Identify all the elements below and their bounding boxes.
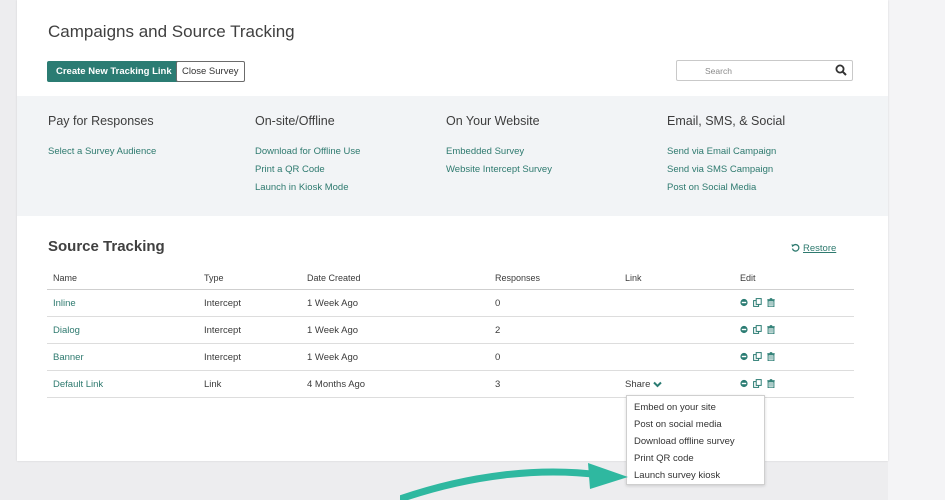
- row-edit-actions: [740, 298, 775, 307]
- row-name-link[interactable]: Dialog: [53, 325, 80, 336]
- social-media-link[interactable]: Post on Social Media: [667, 182, 756, 193]
- row-edit-actions: [740, 352, 775, 361]
- row-type: Link: [204, 379, 222, 390]
- copy-icon[interactable]: [753, 325, 762, 334]
- column-header-edit: Edit: [740, 273, 756, 283]
- source-tracking-title: Source Tracking: [48, 238, 165, 255]
- row-type: Intercept: [204, 325, 241, 336]
- website-intercept-link[interactable]: Website Intercept Survey: [446, 164, 552, 175]
- download-offline-link[interactable]: Download for Offline Use: [255, 146, 360, 157]
- annotation-arrow: [400, 463, 628, 500]
- trash-icon[interactable]: [767, 325, 775, 334]
- column-heading: Email, SMS, & Social: [667, 114, 786, 128]
- email-campaign-link[interactable]: Send via Email Campaign: [667, 146, 776, 157]
- row-responses: 3: [495, 379, 501, 390]
- column-heading: On Your Website: [446, 114, 540, 128]
- column-heading: On-site/Offline: [255, 114, 335, 128]
- column-heading: Pay for Responses: [48, 114, 154, 128]
- row-date: 1 Week Ago: [307, 352, 359, 363]
- column-header-date: Date Created: [307, 273, 361, 283]
- print-qr-code-link[interactable]: Print a QR Code: [255, 164, 325, 175]
- search-icon[interactable]: [835, 64, 847, 76]
- sms-campaign-link[interactable]: Send via SMS Campaign: [667, 164, 773, 175]
- distribution-panel: Pay for Responses Select a Survey Audien…: [17, 96, 888, 216]
- disable-icon[interactable]: [740, 379, 748, 388]
- column-header-link: Link: [625, 273, 642, 283]
- main-card: Campaigns and Source Tracking Create New…: [17, 0, 888, 485]
- row-date: 1 Week Ago: [307, 325, 359, 336]
- row-responses: 2: [495, 325, 501, 336]
- disable-icon[interactable]: [740, 325, 748, 334]
- table-row: Default Link Link 4 Months Ago 3 Share: [47, 371, 854, 398]
- row-responses: 0: [495, 298, 501, 309]
- share-dropdown-menu: Embed on your site Post on social media …: [626, 395, 765, 485]
- share-menu-item-kiosk[interactable]: Launch survey kiosk: [634, 470, 720, 481]
- table-row: Dialog Intercept 1 Week Ago 2: [47, 317, 854, 344]
- disable-icon[interactable]: [740, 298, 748, 307]
- close-survey-button[interactable]: Close Survey: [176, 61, 245, 82]
- copy-icon[interactable]: [753, 298, 762, 307]
- create-tracking-link-button[interactable]: Create New Tracking Link: [47, 61, 181, 82]
- disable-icon[interactable]: [740, 352, 748, 361]
- chevron-down-icon: [653, 381, 662, 388]
- copy-icon[interactable]: [753, 379, 762, 388]
- row-name-link[interactable]: Banner: [53, 352, 84, 363]
- share-label: Share: [625, 379, 651, 390]
- row-date: 4 Months Ago: [307, 379, 366, 390]
- table-row: Banner Intercept 1 Week Ago 0: [47, 344, 854, 371]
- search-box: [676, 60, 853, 81]
- restore-button[interactable]: Restore: [791, 243, 836, 254]
- row-type: Intercept: [204, 298, 241, 309]
- search-input[interactable]: [677, 61, 827, 80]
- row-edit-actions: [740, 379, 775, 388]
- select-survey-audience-link[interactable]: Select a Survey Audience: [48, 146, 156, 157]
- restore-icon: [791, 243, 800, 252]
- column-header-name: Name: [53, 273, 78, 283]
- row-name-link[interactable]: Inline: [53, 298, 76, 309]
- row-responses: 0: [495, 352, 501, 363]
- row-type: Intercept: [204, 352, 241, 363]
- right-pane: [888, 0, 945, 500]
- row-date: 1 Week Ago: [307, 298, 359, 309]
- share-dropdown-button[interactable]: Share: [625, 379, 662, 390]
- table-row: Inline Intercept 1 Week Ago 0: [47, 290, 854, 317]
- share-menu-item-social[interactable]: Post on social media: [634, 419, 722, 430]
- row-edit-actions: [740, 325, 775, 334]
- embedded-survey-link[interactable]: Embedded Survey: [446, 146, 524, 157]
- share-menu-item-offline[interactable]: Download offline survey: [634, 436, 735, 447]
- trash-icon[interactable]: [767, 352, 775, 361]
- restore-label: Restore: [803, 243, 837, 254]
- share-menu-item-qr[interactable]: Print QR code: [634, 453, 694, 464]
- page-title: Campaigns and Source Tracking: [48, 22, 295, 41]
- column-header-responses: Responses: [495, 273, 541, 283]
- column-header-type: Type: [204, 273, 224, 283]
- copy-icon[interactable]: [753, 352, 762, 361]
- share-menu-item-embed[interactable]: Embed on your site: [634, 402, 716, 413]
- trash-icon[interactable]: [767, 298, 775, 307]
- table-header: Name Type Date Created Responses Link Ed…: [47, 268, 854, 290]
- trash-icon[interactable]: [767, 379, 775, 388]
- launch-kiosk-link[interactable]: Launch in Kiosk Mode: [255, 182, 348, 193]
- row-name-link[interactable]: Default Link: [53, 379, 103, 390]
